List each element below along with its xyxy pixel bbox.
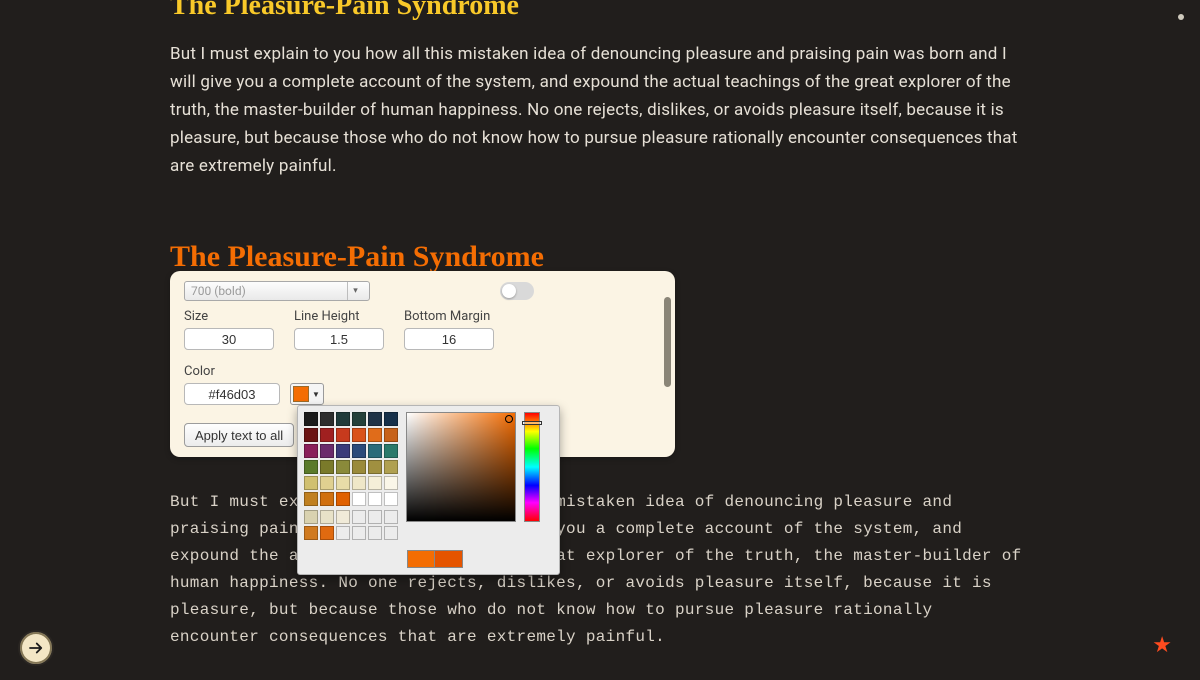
color-label: Color <box>184 364 280 379</box>
lineheight-input[interactable] <box>294 328 384 350</box>
palette-color[interactable] <box>304 412 318 426</box>
hue-slider[interactable] <box>524 412 540 522</box>
palette-color[interactable] <box>304 526 318 540</box>
palette-color[interactable] <box>384 412 398 426</box>
palette-color[interactable] <box>336 460 350 474</box>
size-label: Size <box>184 309 274 324</box>
palette-color[interactable] <box>320 412 334 426</box>
palette-color[interactable] <box>352 460 366 474</box>
palette-color[interactable] <box>320 526 334 540</box>
margin-label: Bottom Margin <box>404 309 494 324</box>
palette-color <box>384 526 398 540</box>
palette-color[interactable] <box>384 444 398 458</box>
palette-color[interactable] <box>368 476 382 490</box>
palette-color[interactable] <box>368 492 382 506</box>
panel-scrollbar[interactable] <box>664 277 671 451</box>
palette-color[interactable] <box>304 510 318 524</box>
palette-color[interactable] <box>304 476 318 490</box>
palette-color <box>336 526 350 540</box>
palette-color[interactable] <box>352 428 366 442</box>
palette-color[interactable] <box>384 476 398 490</box>
chevron-down-icon: ▾ <box>347 282 363 300</box>
scrollbar-thumb[interactable] <box>664 297 671 387</box>
palette-color[interactable] <box>304 492 318 506</box>
palette-color[interactable] <box>336 492 350 506</box>
color-hex-input[interactable] <box>184 383 280 405</box>
palette-color[interactable] <box>384 492 398 506</box>
palette-color[interactable] <box>320 476 334 490</box>
palette-color[interactable] <box>336 444 350 458</box>
next-button[interactable] <box>18 630 54 666</box>
hue-marker[interactable] <box>522 421 542 425</box>
palette-color[interactable] <box>368 428 382 442</box>
palette-color[interactable] <box>352 412 366 426</box>
saturation-picker[interactable] <box>406 412 516 522</box>
chevron-down-icon: ▼ <box>312 390 320 399</box>
color-swatch-preview <box>293 386 309 402</box>
palette-color[interactable] <box>384 460 398 474</box>
palette-color[interactable] <box>320 492 334 506</box>
color-extras-row <box>304 510 398 540</box>
palette-color[interactable] <box>384 428 398 442</box>
apply-text-button[interactable]: Apply text to all <box>184 423 294 447</box>
star-icon[interactable]: ★ <box>1152 633 1172 658</box>
palette-color[interactable] <box>336 428 350 442</box>
palette-color[interactable] <box>320 428 334 442</box>
palette-color[interactable] <box>304 444 318 458</box>
palette-color[interactable] <box>320 510 334 524</box>
color-compare-new <box>435 550 463 568</box>
palette-color[interactable] <box>368 412 382 426</box>
color-compare-current <box>407 550 435 568</box>
palette-color[interactable] <box>368 444 382 458</box>
status-dot <box>1178 14 1184 20</box>
italic-toggle[interactable] <box>500 282 534 300</box>
palette-color <box>352 526 366 540</box>
palette-color[interactable] <box>320 444 334 458</box>
palette-color <box>368 526 382 540</box>
saturation-cursor[interactable] <box>505 415 513 423</box>
palette-color[interactable] <box>336 412 350 426</box>
palette-color <box>352 510 366 524</box>
font-weight-value: 700 (bold) <box>191 284 246 298</box>
palette-color[interactable] <box>336 510 350 524</box>
heading-style-a: The Pleasure-Pain Syndrome <box>170 0 1030 22</box>
palette-color[interactable] <box>320 460 334 474</box>
body-text-sans: But I must explain to you how all this m… <box>170 40 1030 180</box>
heading-style-b: The Pleasure-Pain Syndrome <box>170 240 1030 274</box>
font-weight-select[interactable]: 700 (bold) ▾ <box>184 281 370 301</box>
palette-color[interactable] <box>352 476 366 490</box>
color-compare <box>407 550 553 568</box>
palette-color[interactable] <box>368 460 382 474</box>
palette-color[interactable] <box>352 492 366 506</box>
margin-input[interactable] <box>404 328 494 350</box>
palette-color[interactable] <box>352 444 366 458</box>
size-input[interactable] <box>184 328 274 350</box>
palette-color[interactable] <box>336 476 350 490</box>
color-swatch-button[interactable]: ▼ <box>290 383 324 405</box>
lineheight-label: Line Height <box>294 309 384 324</box>
palette-color[interactable] <box>304 460 318 474</box>
arrow-right-icon <box>27 639 45 657</box>
color-palette-grid <box>304 412 398 506</box>
palette-color <box>368 510 382 524</box>
palette-color <box>384 510 398 524</box>
palette-color[interactable] <box>304 428 318 442</box>
color-picker-popover <box>297 405 560 575</box>
